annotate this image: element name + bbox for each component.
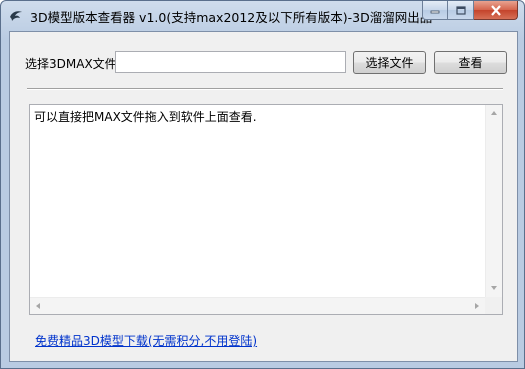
caption-buttons — [422, 1, 518, 21]
client-area: 选择3DMAX文件: 选择文件 查看 可以直接把MAX文件拖入到软件上面查看. … — [9, 31, 518, 362]
info-text: 可以直接把MAX文件拖入到软件上面查看. — [34, 110, 257, 124]
maximize-icon — [455, 5, 466, 15]
window-title: 3D模型版本查看器 v1.0(支持max2012及以下所有版本)-3D溜溜网出品 — [30, 10, 433, 25]
horizontal-scrollbar[interactable] — [30, 297, 485, 314]
choose-file-button[interactable]: 选择文件 — [353, 51, 426, 74]
close-button[interactable] — [474, 1, 518, 20]
app-window: 3D模型版本查看器 v1.0(支持max2012及以下所有版本)-3D溜溜网出品… — [0, 0, 525, 369]
separator — [27, 88, 503, 90]
scroll-left-icon[interactable] — [36, 303, 40, 309]
scrollbar-corner — [485, 297, 502, 314]
app-logo-icon — [7, 7, 25, 25]
free-models-link[interactable]: 免费精品3D模型下载(无需积分,不用登陆) — [35, 332, 257, 349]
scroll-down-icon[interactable] — [491, 286, 497, 290]
view-button[interactable]: 查看 — [434, 51, 507, 74]
file-label: 选择3DMAX文件: — [25, 57, 121, 71]
minimize-button[interactable] — [422, 1, 448, 20]
vertical-scrollbar[interactable] — [485, 105, 502, 297]
file-path-input[interactable] — [115, 51, 346, 73]
scroll-right-icon[interactable] — [475, 303, 479, 309]
scroll-up-icon[interactable] — [491, 111, 497, 115]
maximize-button[interactable] — [448, 1, 474, 20]
info-textarea[interactable]: 可以直接把MAX文件拖入到软件上面查看. — [29, 104, 503, 315]
close-icon — [490, 4, 501, 16]
minimize-icon — [430, 10, 440, 14]
title-bar[interactable]: 3D模型版本查看器 v1.0(支持max2012及以下所有版本)-3D溜溜网出品 — [1, 1, 524, 31]
